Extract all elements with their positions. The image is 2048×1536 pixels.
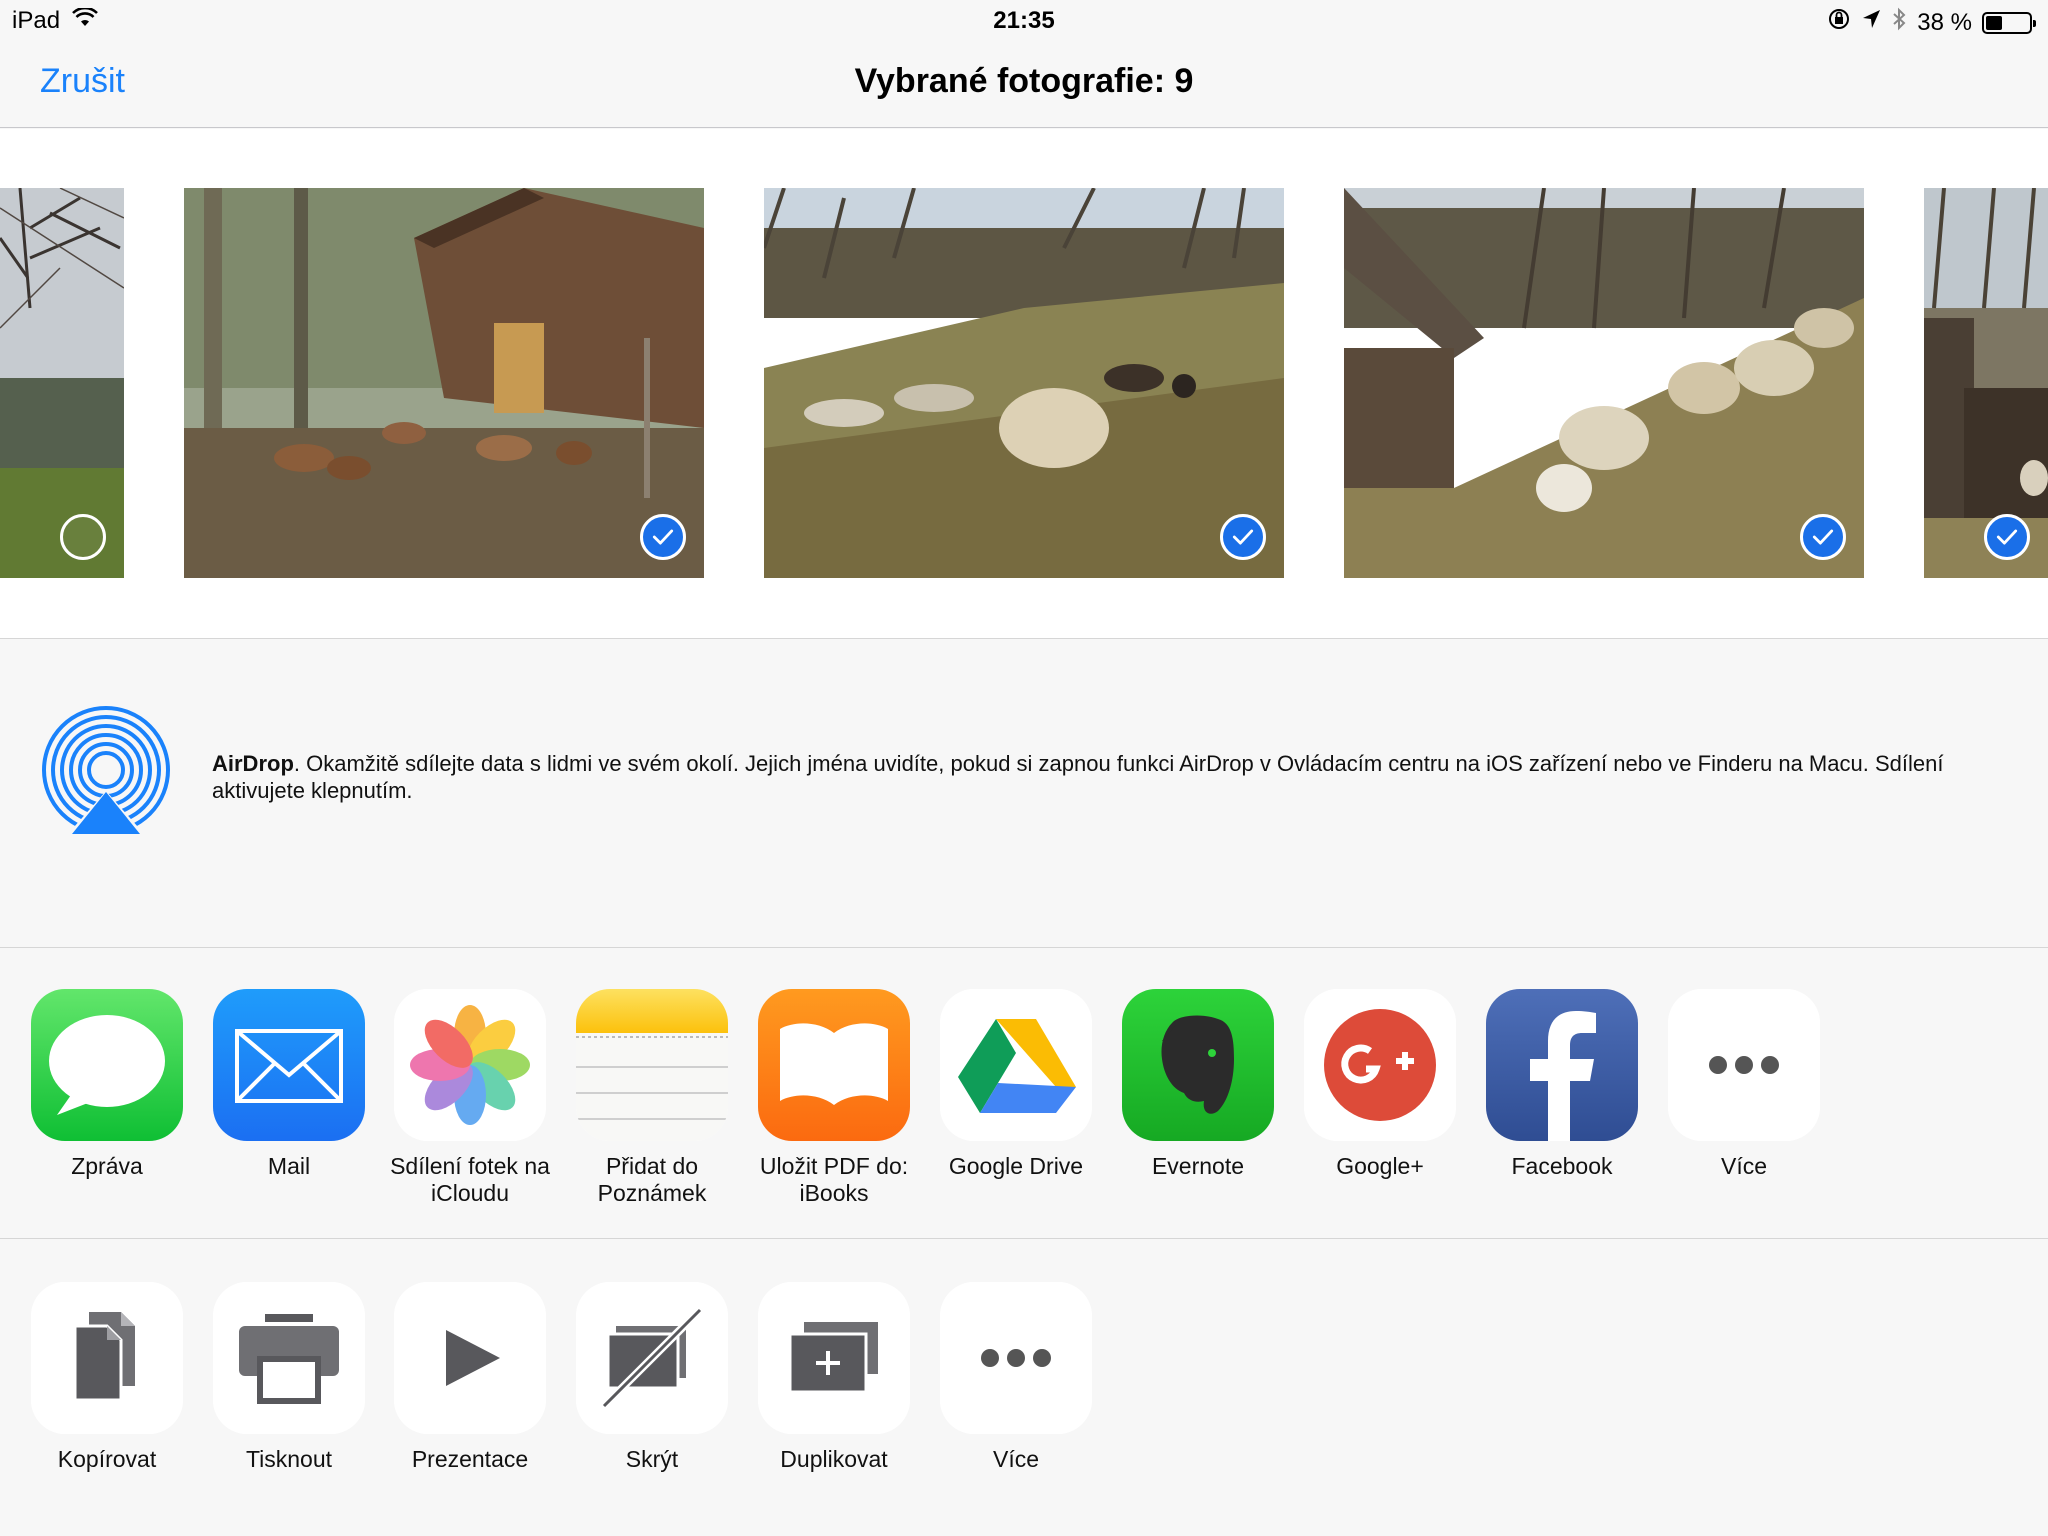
clock: 21:35 [993,7,1055,34]
share-app-mail[interactable]: Mail [204,989,374,1180]
selected-checkmark-icon [1800,514,1846,560]
share-apps-row: Zpráva Mail Sdílení fotek na iCloudu Při… [0,949,2048,1239]
slideshow-icon [394,1282,546,1434]
shed-photo [1924,188,2048,578]
photo-strip[interactable] [0,129,2048,639]
photo-thumbnail[interactable] [184,188,704,578]
selected-checkmark-icon [640,514,686,560]
airdrop-icon [36,706,176,836]
airdrop-body: . Okamžitě sdílejte data s lidmi ve svém… [212,751,1944,803]
battery-level [1986,15,2002,30]
notes-icon [576,989,728,1141]
evernote-icon [1122,989,1274,1141]
facebook-icon [1486,989,1638,1141]
action-label: Kopírovat [57,1446,157,1472]
share-app-label: Přidat do Poznámek [597,1153,707,1206]
sheep-pasture-photo [764,188,1284,578]
action-copy[interactable]: Kopírovat [22,1282,192,1473]
mail-icon [213,989,365,1141]
share-app-ibooks[interactable]: Uložit PDF do: iBooks [749,989,919,1207]
photo-thumbnail[interactable] [764,188,1284,578]
navigation-bar: Zrušit Vybrané fotografie: 9 [0,42,2048,128]
action-label: Více [992,1446,1040,1472]
page-title: Vybrané fotografie: 9 [854,62,1194,100]
action-label: Prezentace [411,1446,529,1472]
selected-checkmark-icon [1984,514,2030,560]
action-print[interactable]: Tisknout [204,1282,374,1473]
action-label: Tisknout [245,1446,333,1472]
share-app-label: Facebook [1511,1153,1613,1179]
actions-row: Kopírovat Tisknout Prezentace Skrýt Dupl… [0,1240,2048,1536]
google-drive-icon [940,989,1092,1141]
share-app-label: Mail [267,1153,311,1179]
action-hide[interactable]: Skrýt [567,1282,737,1473]
status-right: 38 % [1827,7,2036,38]
tree-photo [0,188,124,578]
battery-icon [1982,11,2036,34]
hide-icon [576,1282,728,1434]
battery-percent: 38 % [1917,8,1972,36]
action-label: Duplikovat [780,1446,888,1472]
action-slideshow[interactable]: Prezentace [385,1282,555,1473]
messages-icon [31,989,183,1141]
share-app-label: Zpráva [71,1153,143,1179]
share-app-evernote[interactable]: Evernote [1113,989,1283,1180]
unselected-indicator [60,514,106,560]
bluetooth-icon [1891,7,1907,38]
action-duplicate[interactable]: Duplikovat [749,1282,919,1473]
airdrop-description: AirDrop. Okamžitě sdílejte data s lidmi … [212,750,2012,804]
share-app-messages[interactable]: Zpráva [22,989,192,1180]
share-app-label: Google+ [1336,1153,1424,1179]
more-icon [940,1282,1092,1434]
share-app-icloud-photo-sharing[interactable]: Sdílení fotek na iCloudu [385,989,555,1207]
google-plus-icon [1304,989,1456,1141]
share-app-label: Evernote [1151,1153,1245,1179]
orientation-lock-icon [1827,7,1851,38]
ibooks-icon [758,989,910,1141]
share-app-notes[interactable]: Přidat do Poznámek [567,989,737,1207]
photo-thumbnail[interactable] [0,188,124,578]
duplicate-icon [758,1282,910,1434]
share-app-google-plus[interactable]: Google+ [1295,989,1465,1180]
print-icon [213,1282,365,1434]
action-more[interactable]: Více [931,1282,1101,1473]
status-bar: iPad 21:35 38 % [0,0,2048,42]
photo-thumbnail[interactable] [1924,188,2048,578]
selected-checkmark-icon [1220,514,1266,560]
airdrop-title: AirDrop [212,751,294,776]
share-app-label: Uložit PDF do: iBooks [759,1153,909,1206]
share-app-google-drive[interactable]: Google Drive [931,989,1101,1180]
action-label: Skrýt [625,1446,679,1472]
share-app-facebook[interactable]: Facebook [1477,989,1647,1180]
share-app-label: Více [1720,1153,1768,1179]
photos-icon [394,989,546,1141]
goats-photo [184,188,704,578]
copy-icon [31,1282,183,1434]
sheep-shed-photo [1344,188,1864,578]
share-app-label: Google Drive [948,1153,1084,1179]
airdrop-section[interactable]: AirDrop. Okamžitě sdílejte data s lidmi … [0,640,2048,948]
photo-thumbnail[interactable] [1344,188,1864,578]
share-app-more[interactable]: Více [1659,989,1829,1180]
location-icon [1861,8,1881,37]
more-icon [1668,989,1820,1141]
share-app-label: Sdílení fotek na iCloudu [390,1153,550,1206]
